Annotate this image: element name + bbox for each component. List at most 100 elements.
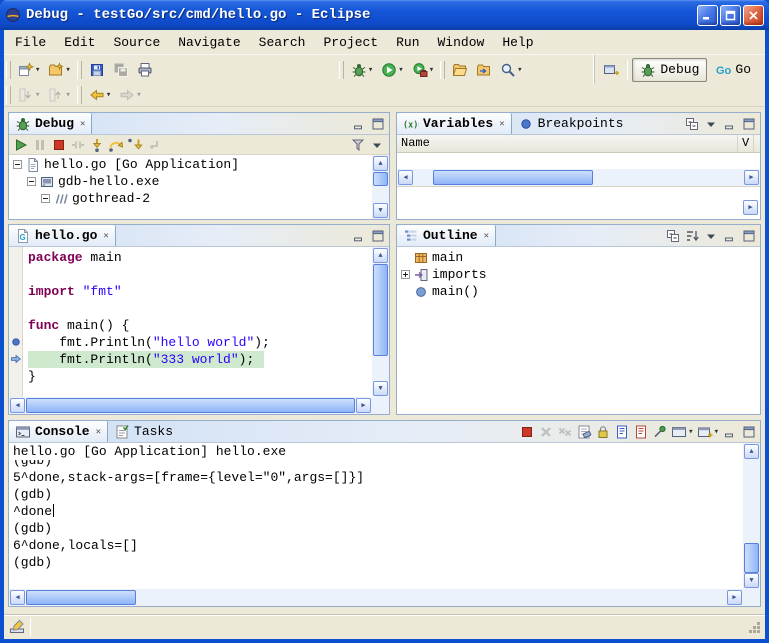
open-perspective-button[interactable] xyxy=(599,58,623,82)
close-tab-icon[interactable]: ✕ xyxy=(103,231,108,241)
editor-horizontal-scrollbar[interactable] xyxy=(9,397,372,414)
resume-button[interactable] xyxy=(12,136,30,154)
tree-expander-icon[interactable] xyxy=(27,177,36,186)
code-line[interactable]: package main xyxy=(28,249,372,266)
maximize-button[interactable] xyxy=(369,115,387,133)
drop-to-frame-button[interactable] xyxy=(145,136,163,154)
console-line[interactable]: (gdb) xyxy=(13,486,743,503)
editor-vertical-scrollbar[interactable] xyxy=(372,247,389,397)
code-line[interactable]: fmt.Println("hello world"); xyxy=(28,334,372,351)
console-line[interactable]: 6^done,locals=[] xyxy=(13,537,743,554)
disconnect-button[interactable] xyxy=(69,136,87,154)
scroll-lock-button[interactable] xyxy=(594,423,612,441)
close-tab-icon[interactable]: ✕ xyxy=(499,119,504,129)
show-stderr-button[interactable] xyxy=(632,423,650,441)
tab-console[interactable]: Console✕ xyxy=(9,421,108,442)
maximize-button[interactable] xyxy=(369,227,387,245)
console-line[interactable]: (gdb) xyxy=(13,460,743,469)
menu-project[interactable]: Project xyxy=(314,33,387,52)
code-line[interactable]: func main() { xyxy=(28,317,372,334)
dropdown-arrow-icon[interactable]: ▾ xyxy=(65,65,70,75)
tab-variables[interactable]: (x)=Variables✕ xyxy=(397,113,512,134)
title-bar[interactable]: Debug - testGo/src/cmd/hello.go - Eclips… xyxy=(0,0,769,30)
dropdown-arrow-icon[interactable]: ▾ xyxy=(688,427,693,437)
dropdown-arrow-icon[interactable]: ▾ xyxy=(106,90,111,100)
scroll-down-button[interactable] xyxy=(744,573,759,588)
debug-tree-item[interactable]: hello.go [Go Application] xyxy=(9,156,372,173)
console-vertical-scrollbar[interactable] xyxy=(743,443,760,589)
tab-debug[interactable]: Debug✕ xyxy=(9,113,92,134)
menu-source[interactable]: Source xyxy=(104,33,169,52)
remove-launch-button[interactable] xyxy=(537,423,555,441)
dropdown-arrow-icon[interactable]: ▾ xyxy=(136,90,141,100)
code-line[interactable]: import "fmt" xyxy=(28,283,372,300)
scrollbar-thumb[interactable] xyxy=(744,543,759,573)
save-button[interactable] xyxy=(85,58,109,82)
minimize-button[interactable] xyxy=(350,115,368,133)
toolbar-grip[interactable] xyxy=(77,61,82,79)
dropdown-arrow-icon[interactable]: ▾ xyxy=(368,65,373,75)
minimize-button[interactable] xyxy=(721,227,739,245)
new-wizard-button[interactable]: ▾ xyxy=(14,58,44,82)
dropdown-arrow-icon[interactable]: ▾ xyxy=(517,65,522,75)
maximize-button[interactable] xyxy=(740,115,758,133)
scroll-up-button[interactable] xyxy=(744,444,759,459)
toolbar-grip[interactable] xyxy=(77,86,82,104)
console-line[interactable]: ^done xyxy=(13,503,743,520)
scroll-up-button[interactable] xyxy=(373,156,388,171)
step-into-button[interactable] xyxy=(88,136,106,154)
scrollbar-thumb[interactable] xyxy=(433,170,593,185)
tree-expander-icon[interactable] xyxy=(401,270,410,279)
new-folder-button[interactable]: ▾ xyxy=(44,58,74,82)
minimize-button[interactable] xyxy=(721,423,739,441)
dropdown-arrow-icon[interactable]: ▾ xyxy=(35,65,40,75)
breakpoint-icon[interactable] xyxy=(10,336,22,348)
debug-tree-item[interactable]: gothread-2 xyxy=(9,190,372,207)
display-console-button[interactable]: ▾ xyxy=(670,423,694,441)
menu-navigate[interactable]: Navigate xyxy=(169,33,249,52)
debug-button[interactable]: ▾ xyxy=(347,58,377,82)
scroll-left-button[interactable] xyxy=(398,170,413,185)
menu-edit[interactable]: Edit xyxy=(55,33,104,52)
view-menu-button[interactable] xyxy=(702,227,720,245)
link-folder-button[interactable] xyxy=(472,58,496,82)
column-header-name[interactable]: Name xyxy=(397,135,738,152)
code-line[interactable]: fmt.Println("333 world"); xyxy=(28,351,372,368)
debug-tree-scrollbar[interactable] xyxy=(372,155,389,219)
variables-detail-pane[interactable]: ▶ xyxy=(397,186,760,219)
console-line[interactable]: (gdb) xyxy=(13,520,743,537)
close-window-button[interactable] xyxy=(743,5,764,26)
collapse-all-button[interactable] xyxy=(683,115,701,133)
menu-file[interactable]: File xyxy=(6,33,55,52)
scroll-right-button[interactable] xyxy=(727,590,742,605)
scrollbar-thumb[interactable] xyxy=(26,398,355,413)
toolbar-grip[interactable] xyxy=(6,61,11,79)
console-output[interactable]: (gdb)5^done,stack-args=[frame={level="0"… xyxy=(9,460,743,589)
search-button[interactable]: ▾ xyxy=(496,58,526,82)
maximize-button[interactable] xyxy=(740,227,758,245)
instruction-pointer-icon[interactable] xyxy=(10,353,22,365)
variables-horizontal-scrollbar[interactable] xyxy=(397,169,760,186)
scrollbar-thumb[interactable] xyxy=(26,590,136,605)
resize-grip-icon[interactable] xyxy=(748,621,760,633)
scroll-down-button[interactable] xyxy=(373,381,388,396)
toolbar-grip[interactable] xyxy=(440,61,445,79)
pin-console-button[interactable] xyxy=(651,423,669,441)
toolbar-grip[interactable] xyxy=(6,86,11,104)
annotation-prev-button[interactable]: ▾ xyxy=(44,83,74,107)
clear-console-button[interactable] xyxy=(575,423,593,441)
outline-tree-item[interactable]: main xyxy=(401,249,760,266)
scrollbar-thumb[interactable] xyxy=(373,172,388,186)
tab-hello-go[interactable]: Ghello.go✕ xyxy=(9,225,116,246)
step-return-button[interactable] xyxy=(126,136,144,154)
scroll-left-button[interactable] xyxy=(10,398,25,413)
console-line[interactable]: 5^done,stack-args=[frame={level="0",args… xyxy=(13,469,743,486)
debug-tree-item[interactable]: gdb-hello.exe xyxy=(9,173,372,190)
remove-all-launches-button[interactable] xyxy=(556,423,574,441)
external-tools-button[interactable]: ▾ xyxy=(408,58,438,82)
step-over-button[interactable] xyxy=(107,136,125,154)
outline-tree-item[interactable]: imports xyxy=(401,266,760,283)
menu-run[interactable]: Run xyxy=(387,33,428,52)
code-line[interactable]: } xyxy=(28,368,372,385)
fast-view-button[interactable] xyxy=(8,618,26,636)
